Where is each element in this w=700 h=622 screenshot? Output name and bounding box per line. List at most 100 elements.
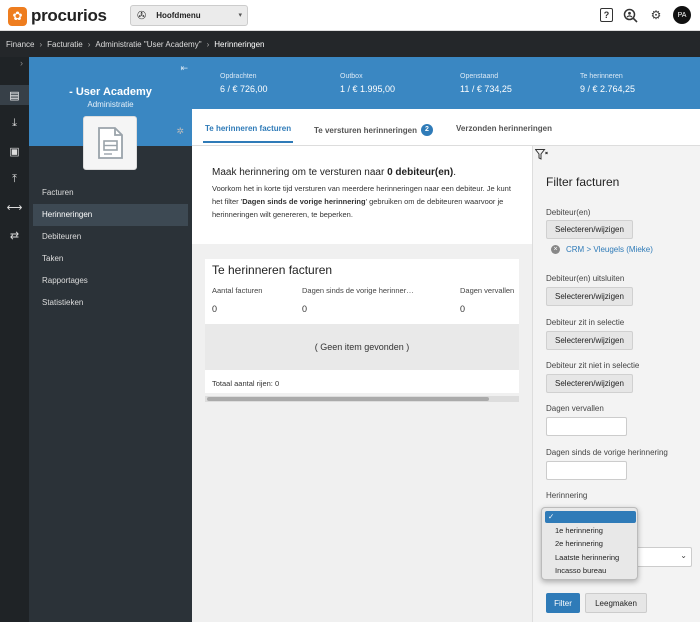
horizontal-scrollbar[interactable] <box>205 396 519 402</box>
sidebar-item-facturen[interactable]: Facturen <box>33 182 188 204</box>
stat-label: Outbox <box>340 73 363 80</box>
filter-button[interactable]: Filter <box>546 593 580 613</box>
main-content: Maak herinnering om te versturen naar 0 … <box>192 146 532 622</box>
inbox-download-icon[interactable]: ⤓ <box>0 113 29 133</box>
breadcrumb-separator: › <box>39 39 43 49</box>
dropdown-option[interactable]: 2e herinnering <box>545 538 636 550</box>
debtor-count: 0 debiteur(en) <box>387 167 454 178</box>
info-headline-end: . <box>453 167 456 178</box>
info-body: Voorkom het in korte tijd versturen van … <box>212 182 512 221</box>
stat-openstaand[interactable]: Openstaand 11 / € 734,25 <box>460 73 512 94</box>
invoice-icon[interactable]: ▤ <box>0 85 29 105</box>
top-bar: ✿ procurios ✇ Hoofdmenu ▾ ? ⚙ PA <box>0 0 700 31</box>
dropdown-option[interactable]: 1e herinnering <box>545 525 636 537</box>
in-selectie-label: Debiteur zit in selectie <box>546 318 625 327</box>
herinnering-label: Herinnering <box>546 491 588 500</box>
stat-value: 9 / € 2.764,25 <box>580 84 636 94</box>
tab-label: Verzonden herinneringen <box>456 124 553 133</box>
filter-title: Filter facturen <box>546 175 620 189</box>
column-header-dagen-sinds[interactable]: Dagen sinds de vorige herinner… <box>302 286 414 295</box>
main-menu-dropdown[interactable]: ✇ Hoofdmenu ▾ <box>130 5 248 26</box>
empty-state: ( Geen item gevonden ) <box>205 324 519 370</box>
dagen-vervallen-label: Dagen vervallen <box>546 404 604 413</box>
gear-icon[interactable]: ✲ <box>176 126 184 137</box>
debiteur-chip: × CRM > Vleugels (Mieke) <box>551 245 653 254</box>
column-header-dagen-vervallen[interactable]: Dagen vervallen <box>460 286 514 295</box>
uitsluiten-select-button[interactable]: Selecteren/wijzigen <box>546 287 633 306</box>
filter-name-highlight: Dagen sinds de vorige herinnering <box>242 197 366 206</box>
dagen-sinds-input[interactable] <box>546 461 627 480</box>
avatar[interactable]: PA <box>673 6 691 24</box>
sidebar: - User Academy Administratie ⇤ ✲ Facture… <box>29 57 192 622</box>
brand-name: procurios <box>31 6 107 25</box>
debiteur-label: Debiteur(en) <box>546 208 591 217</box>
stat-value: 11 / € 734,25 <box>460 84 512 94</box>
tab-label: Te versturen herinneringen <box>314 125 417 135</box>
scrollbar-thumb[interactable] <box>207 397 489 401</box>
chevron-down-icon: ▾ <box>238 12 242 19</box>
sidebar-item-statistieken[interactable]: Statistieken <box>33 292 188 314</box>
wallet-icon[interactable]: ▣ <box>0 141 29 161</box>
stat-outbox[interactable]: Outbox 1 / € 1.995,00 <box>340 73 395 94</box>
dagen-vervallen-input[interactable] <box>546 417 627 436</box>
film-reel-icon: ✇ <box>137 10 147 22</box>
column-header-aantal-facturen[interactable]: Aantal facturen <box>212 286 262 295</box>
sidebar-item-taken[interactable]: Taken <box>33 248 188 270</box>
stat-label: Openstaand <box>460 73 499 80</box>
breadcrumb-finance[interactable]: Finance <box>6 40 34 49</box>
checkmark-icon: ✓ <box>548 512 555 521</box>
collapse-sidebar-icon[interactable]: ⇤ <box>180 63 188 74</box>
sidebar-nav: Facturen Herinneringen Debiteuren Taken … <box>33 182 188 314</box>
tab-verzonden-herinneringen[interactable]: Verzonden herinneringen <box>456 124 552 133</box>
stat-te-herinneren[interactable]: Te herinneren 9 / € 2.764,25 <box>580 73 635 94</box>
filter-toggle-icon[interactable] <box>534 149 548 163</box>
herinnering-dropdown: ✓ 1e herinnering 2e herinnering Laatste … <box>541 507 638 580</box>
cell-dagen-sinds: 0 <box>302 304 308 314</box>
sidebar-item-debiteuren[interactable]: Debiteuren <box>33 226 188 248</box>
chevron-right-icon[interactable]: › <box>20 58 23 68</box>
dropdown-option-empty[interactable]: ✓ <box>545 511 636 523</box>
stat-opdrachten[interactable]: Opdrachten 6 / € 726,00 <box>220 73 268 94</box>
table-title: Te herinneren facturen <box>212 263 333 277</box>
info-headline-text: Maak herinnering om te versturen naar <box>212 167 388 178</box>
stat-label: Opdrachten <box>220 73 257 80</box>
sidebar-item-rapportages[interactable]: Rapportages <box>33 270 188 292</box>
sidebar-title: - User Academy <box>69 86 152 98</box>
icon-rail: › ▤ ⤓ ▣ ⤒ ⟷ ⇄ <box>0 57 29 622</box>
breadcrumb-administratie[interactable]: Administratie "User Academy" <box>95 40 201 49</box>
tab-te-herinneren-facturen[interactable]: Te herinneren facturen <box>202 124 294 143</box>
bracket-arrows-icon[interactable]: ⟷ <box>0 197 29 217</box>
dagen-sinds-label: Dagen sinds de vorige herinnering <box>546 448 668 457</box>
info-headline: Maak herinnering om te versturen naar 0 … <box>212 167 532 178</box>
procurios-logo[interactable]: ✿ procurios <box>8 6 107 26</box>
search-user-icon[interactable] <box>621 6 639 24</box>
chevron-down-icon: ⌄ <box>680 551 687 560</box>
tab-te-versturen-herinneringen[interactable]: Te versturen herinneringen 2 <box>314 124 433 136</box>
dropdown-option[interactable]: Incasso bureau <box>545 565 636 577</box>
breadcrumb-separator: › <box>87 39 91 49</box>
document-icon <box>83 116 137 170</box>
gear-icon[interactable]: ⚙ <box>647 6 665 24</box>
debiteur-select-button[interactable]: Selecteren/wijzigen <box>546 220 633 239</box>
stats-bar: Opdrachten 6 / € 726,00 Outbox 1 / € 1.9… <box>192 57 700 109</box>
remove-icon[interactable]: × <box>551 245 560 254</box>
row-total: Totaal aantal rijen: 0 <box>212 379 280 388</box>
transfer-arrows-icon[interactable]: ⇄ <box>0 225 29 245</box>
stat-label: Te herinneren <box>580 73 623 80</box>
sidebar-item-herinneringen[interactable]: Herinneringen <box>33 204 188 226</box>
niet-in-selectie-select-button[interactable]: Selecteren/wijzigen <box>546 374 633 393</box>
uitsluiten-label: Debiteur(en) uitsluiten <box>546 274 625 283</box>
in-selectie-select-button[interactable]: Selecteren/wijzigen <box>546 331 633 350</box>
cell-dagen-vervallen: 0 <box>460 304 466 314</box>
inbox-upload-icon[interactable]: ⤒ <box>0 169 29 189</box>
help-icon[interactable]: ? <box>600 8 613 22</box>
cell-aantal-facturen: 0 <box>212 304 218 314</box>
clear-button[interactable]: Leegmaken <box>585 593 647 613</box>
stat-value: 1 / € 1.995,00 <box>340 84 396 94</box>
debiteur-chip-label[interactable]: CRM > Vleugels (Mieke) <box>566 245 653 254</box>
niet-in-selectie-label: Debiteur zit niet in selectie <box>546 361 640 370</box>
dropdown-option[interactable]: Laatste herinnering <box>545 552 636 564</box>
breadcrumb-separator: › <box>206 39 210 49</box>
breadcrumb-facturatie[interactable]: Facturatie <box>47 40 83 49</box>
tab-label: Te herinneren facturen <box>205 124 292 133</box>
